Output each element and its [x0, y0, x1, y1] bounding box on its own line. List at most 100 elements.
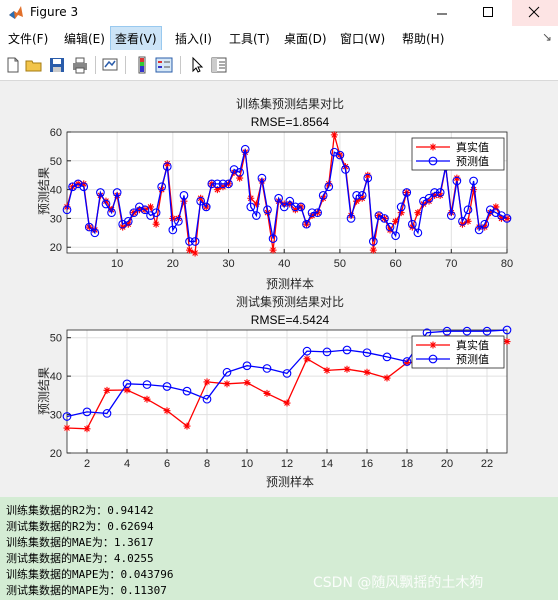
x-tick-label: 60 [389, 258, 401, 270]
data-point-star [263, 389, 271, 397]
new-figure-icon[interactable] [4, 56, 22, 74]
y-tick-label: 60 [50, 127, 62, 139]
data-point-star [191, 249, 199, 257]
figure-canvas: 训练集预测结果对比 RMSE=1.8564 预测样本 预测结果 10 20 30 40… [0, 81, 558, 497]
data-point-star [203, 378, 211, 386]
figure-toolbar [0, 50, 558, 81]
menu-edit[interactable]: 编辑(E) [62, 30, 107, 47]
toolbar-separator [95, 56, 96, 74]
legend-star-marker [429, 143, 437, 151]
figure-plot-area: 训练集预测结果对比 RMSE=1.8564 预测样本 预测结果 10 20 30 40… [37, 96, 513, 489]
x-tick-label: 10 [111, 258, 123, 270]
legend-label: 真实值 [456, 140, 489, 154]
toolbar-separator [125, 56, 126, 74]
y-tick-label: 30 [50, 410, 62, 422]
insert-legend-icon[interactable] [155, 56, 173, 74]
chart-title: 测试集预测结果对比 [236, 294, 344, 309]
maximize-icon [483, 7, 493, 17]
minimize-icon [437, 13, 447, 15]
test-chart: 测试集预测结果对比 RMSE=4.5424 预测样本 预测结果 2 4 6 8 10 12… [37, 294, 512, 489]
data-point-star [269, 246, 277, 254]
data-point-star [414, 209, 422, 217]
data-point-star [143, 395, 151, 403]
x-tick-label: 40 [278, 258, 290, 270]
x-tick-label: 10 [241, 458, 253, 470]
x-tick-label: 22 [481, 458, 493, 470]
legend-label: 预测值 [456, 353, 489, 366]
chart-subtitle: RMSE=1.8564 [251, 115, 330, 129]
console-line: 训练集数据的MAPE为：0.043796 [6, 568, 174, 581]
data-point-star [283, 399, 291, 407]
x-axis-label: 预测样本 [266, 276, 314, 291]
x-tick-label: 80 [501, 258, 513, 270]
chart-title: 训练集预测结果对比 [236, 96, 344, 111]
x-tick-label: 14 [321, 458, 333, 470]
x-tick-label: 50 [334, 258, 346, 270]
x-tick-label: 16 [361, 458, 373, 470]
menu-file[interactable]: 文件(F) [6, 30, 50, 47]
watermark-text: CSDN @随风飘摇的土木狗 [313, 575, 484, 591]
x-tick-label: 6 [164, 458, 170, 470]
data-point-star [323, 366, 331, 374]
y-tick-label: 20 [50, 242, 62, 254]
legend-label: 真实值 [456, 338, 489, 352]
y-tick-label: 40 [50, 371, 62, 383]
link-plot-icon[interactable] [101, 56, 119, 74]
legend-label: 预测值 [456, 155, 489, 168]
open-file-icon[interactable] [25, 56, 43, 74]
data-point-star [83, 425, 91, 433]
x-tick-label: 4 [124, 458, 130, 470]
data-point-star [163, 407, 171, 415]
chart-subtitle: RMSE=4.5424 [251, 313, 330, 327]
legend: 真实值预测值 [411, 137, 505, 171]
property-inspector-icon[interactable] [210, 56, 228, 74]
save-icon[interactable] [48, 56, 66, 74]
data-point-star [369, 246, 377, 254]
toolbar-separator [180, 56, 181, 74]
y-tick-label: 30 [50, 213, 62, 225]
data-point-star [383, 374, 391, 382]
console-line: 训练集数据的MAE为：1.3617 [6, 536, 154, 549]
window-title: Figure 3 [30, 5, 79, 19]
matlab-logo-icon [9, 6, 23, 19]
maximize-button[interactable] [466, 0, 512, 26]
menu-window[interactable]: 窗口(W) [338, 30, 387, 47]
x-tick-label: 2 [84, 458, 90, 470]
y-tick-label: 50 [50, 333, 62, 345]
dock-arrow-icon[interactable]: ↘ [542, 30, 552, 44]
close-button[interactable] [512, 0, 558, 26]
console-line: 训练集数据的R2为：0.94142 [6, 504, 154, 517]
data-point-star [63, 424, 71, 432]
data-point-star [183, 422, 191, 430]
x-tick-label: 8 [204, 458, 210, 470]
menu-view[interactable]: 查看(V) [110, 26, 162, 51]
x-tick-label: 30 [222, 258, 234, 270]
data-point-star [343, 365, 351, 373]
x-tick-label: 20 [441, 458, 453, 470]
data-point-star [103, 386, 111, 394]
data-point-star [152, 220, 160, 228]
print-icon[interactable] [71, 56, 89, 74]
y-tick-label: 40 [50, 185, 62, 197]
data-point-star [503, 338, 511, 346]
y-tick-label: 50 [50, 156, 62, 168]
pointer-icon[interactable] [188, 56, 206, 74]
menu-tools[interactable]: 工具(T) [227, 30, 272, 47]
title-bar: Figure 3 [0, 0, 558, 26]
console-line: 测试集数据的MAPE为：0.11307 [6, 584, 167, 597]
x-tick-label: 18 [401, 458, 413, 470]
console-line: 测试集数据的MAE为：4.0255 [6, 552, 154, 565]
menu-help[interactable]: 帮助(H) [400, 30, 446, 47]
close-icon [528, 6, 540, 18]
train-chart: 训练集预测结果对比 RMSE=1.8564 预测样本 预测结果 10 20 30 40… [37, 96, 513, 291]
insert-colorbar-icon[interactable] [133, 56, 151, 74]
console-line: 测试集数据的R2为：0.62694 [6, 520, 154, 533]
menu-desktop[interactable]: 桌面(D) [282, 30, 329, 47]
data-point-star [330, 131, 338, 139]
menu-bar: 文件(F) 编辑(E) 查看(V) 插入(I) 工具(T) 桌面(D) 窗口(W… [0, 26, 558, 51]
legend-star-marker [429, 341, 437, 349]
menu-insert[interactable]: 插入(I) [173, 30, 214, 47]
minimize-button[interactable] [420, 0, 466, 26]
x-axis-label: 预测样本 [266, 474, 314, 489]
data-point-star [223, 380, 231, 388]
